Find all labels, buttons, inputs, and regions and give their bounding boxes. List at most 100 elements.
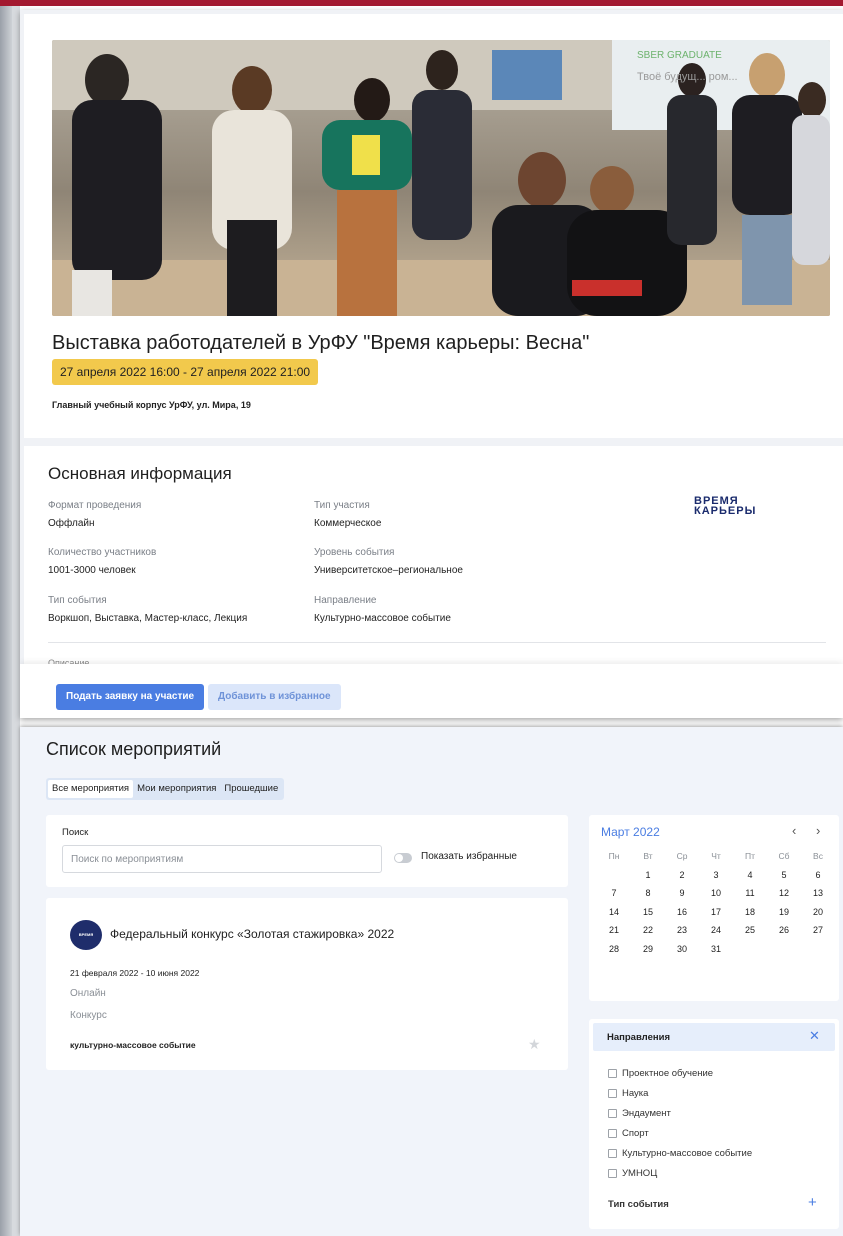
calendar-day[interactable]: 20: [801, 903, 835, 922]
event-card-title[interactable]: Федеральный конкурс «Золотая стажировка»…: [110, 927, 394, 941]
direction-checkbox[interactable]: [608, 1108, 617, 1118]
calendar-day[interactable]: 25: [733, 921, 767, 940]
directions-checkbox-list: Проектное обучение Наука Эндаумент Спорт Кул…: [608, 1063, 752, 1183]
career-fair-crowd-image: SBER GRADUATE Твоё будущ... ром...: [52, 40, 830, 316]
calendar-day[interactable]: 29: [631, 940, 665, 959]
chevron-right-icon[interactable]: ›: [816, 823, 820, 838]
calendar-day[interactable]: 19: [767, 903, 801, 922]
main-info-title: Основная информация: [48, 464, 232, 483]
event-tabs: Все мероприятия Мои мероприятия Прошедши…: [46, 778, 285, 800]
direction-checkbox[interactable]: [608, 1168, 617, 1178]
tab-my-events[interactable]: Мои мероприятия: [133, 780, 220, 798]
direction-checkbox[interactable]: [608, 1128, 617, 1138]
calendar-day[interactable]: 17: [699, 903, 733, 922]
calendar-day[interactable]: 9: [665, 884, 699, 903]
toggle-knob: [395, 854, 403, 862]
calendar-week-row: 21 22 23 24 25 26 27: [597, 921, 835, 940]
direction-filter-label: Эндаумент: [622, 1107, 671, 1119]
calendar-week-row: 7 8 9 10 11 12 13: [597, 884, 835, 903]
search-input[interactable]: [62, 845, 382, 873]
field-value-direction: Культурно-массовое событие: [314, 613, 451, 624]
calendar-weekday: Пн: [608, 851, 620, 861]
calendar-empty-cell: [767, 940, 801, 959]
calendar-day[interactable]: 28: [597, 940, 631, 959]
calendar-day[interactable]: 1: [631, 866, 665, 885]
calendar-day[interactable]: 30: [665, 940, 699, 959]
field-label-level: Уровень события: [314, 547, 395, 558]
direction-checkbox[interactable]: [608, 1068, 617, 1078]
directions-filter-card: Направления ✕ Проектное обучение Наука Энд…: [589, 1019, 839, 1229]
calendar-grid: Пн Вт Ср Чт Пт Сб Вс 1 2 3 4 5 6 7 8 9 10 11 12 13 14 15 16 17 1…: [597, 847, 835, 958]
field-value-format: Оффлайн: [48, 518, 95, 529]
direction-filter-item[interactable]: Спорт: [608, 1123, 752, 1143]
calendar-day[interactable]: 7: [597, 884, 631, 903]
logo-line-2: КАРЬЕРЫ: [694, 505, 757, 517]
calendar-month-title: Март 2022: [601, 825, 660, 839]
calendar-day[interactable]: 14: [597, 903, 631, 922]
field-label-format: Формат проведения: [48, 500, 142, 511]
calendar-week-row: 123456: [597, 866, 835, 885]
calendar-empty-cell: [733, 940, 767, 959]
calendar-day[interactable]: 27: [801, 921, 835, 940]
direction-filter-item[interactable]: Культурно-массовое событие: [608, 1143, 752, 1163]
field-value-event-type: Воркшоп, Выставка, Мастер-класс, Лекция: [48, 613, 248, 624]
plus-icon[interactable]: +: [808, 1194, 817, 1211]
event-card-type: Конкурс: [70, 1010, 107, 1021]
direction-filter-item[interactable]: Наука: [608, 1083, 752, 1103]
calendar-day[interactable]: 16: [665, 903, 699, 922]
calendar-day[interactable]: 24: [699, 921, 733, 940]
calendar-day[interactable]: 4: [733, 866, 767, 885]
field-value-participants: 1001-3000 человек: [48, 565, 136, 576]
action-bar: Подать заявку на участие Добавить в избр…: [20, 664, 843, 718]
close-icon[interactable]: ✕: [809, 1028, 820, 1044]
calendar-weekday: Вт: [643, 851, 653, 861]
calendar-weekday: Вс: [813, 851, 823, 861]
direction-filter-label: Наука: [622, 1087, 649, 1099]
calendar-day[interactable]: 2: [665, 866, 699, 885]
direction-filter-item[interactable]: Проектное обучение: [608, 1063, 752, 1083]
field-value-level: Университетское–региональное: [314, 565, 463, 576]
calendar-day[interactable]: 22: [631, 921, 665, 940]
calendar-day[interactable]: 3: [699, 866, 733, 885]
calendar-day[interactable]: 26: [767, 921, 801, 940]
event-card-direction: культурно-массовое событие: [70, 1040, 196, 1050]
calendar-day[interactable]: 11: [733, 884, 767, 903]
star-icon[interactable]: ★: [528, 1036, 541, 1053]
calendar-day[interactable]: 5: [767, 866, 801, 885]
direction-checkbox[interactable]: [608, 1148, 617, 1158]
calendar-day[interactable]: 6: [801, 866, 835, 885]
calendar-day[interactable]: 21: [597, 921, 631, 940]
field-label-direction: Направление: [314, 595, 377, 606]
chevron-left-icon[interactable]: ‹: [792, 823, 796, 838]
organizer-logo: ВРЕМЯ КАРЬЕРЫ: [70, 920, 102, 967]
calendar-day[interactable]: 10: [699, 884, 733, 903]
calendar-day[interactable]: 12: [767, 884, 801, 903]
calendar-weekday: Чт: [711, 851, 721, 861]
field-label-participants: Количество участников: [48, 547, 157, 558]
event-type-filter-title[interactable]: Тип события: [608, 1199, 669, 1210]
event-hero-photo: SBER GRADUATE Твоё будущ... ром...: [52, 40, 830, 316]
tab-all-events[interactable]: Все мероприятия: [48, 780, 134, 798]
calendar-day[interactable]: 31: [699, 940, 733, 959]
hero-poster-text: Твоё будущ... ром...: [637, 71, 738, 83]
add-to-favorites-button[interactable]: Добавить в избранное: [208, 684, 341, 710]
apply-button[interactable]: Подать заявку на участие: [56, 684, 205, 710]
calendar-day[interactable]: 15: [631, 903, 665, 922]
event-card-dates: 21 февраля 2022 - 10 июня 2022: [70, 968, 200, 978]
event-location: Главный учебный корпус УрФУ, ул. Мира, 1…: [52, 400, 251, 410]
browser-top-accent-bar: [0, 0, 843, 6]
event-list-item[interactable]: ВРЕМЯ КАРЬЕРЫ Федеральный конкурс «Золот…: [46, 898, 568, 1070]
direction-checkbox[interactable]: [608, 1088, 617, 1098]
show-favorites-toggle[interactable]: [394, 853, 412, 863]
tab-past-events[interactable]: Прошедшие: [220, 780, 282, 798]
event-list-window: Список мероприятий Все мероприятия Мои м…: [20, 727, 843, 1236]
calendar-day[interactable]: 23: [665, 921, 699, 940]
calendar-day[interactable]: 18: [733, 903, 767, 922]
hero-banner-text: SBER GRADUATE: [637, 50, 722, 61]
direction-filter-item[interactable]: УМНОЦ: [608, 1163, 752, 1183]
direction-filter-label: Культурно-массовое событие: [622, 1147, 753, 1159]
calendar-day[interactable]: 8: [631, 884, 665, 903]
calendar-day[interactable]: 13: [801, 884, 835, 903]
direction-filter-item[interactable]: Эндаумент: [608, 1103, 752, 1123]
directions-filter-header[interactable]: Направления ✕: [593, 1023, 835, 1051]
